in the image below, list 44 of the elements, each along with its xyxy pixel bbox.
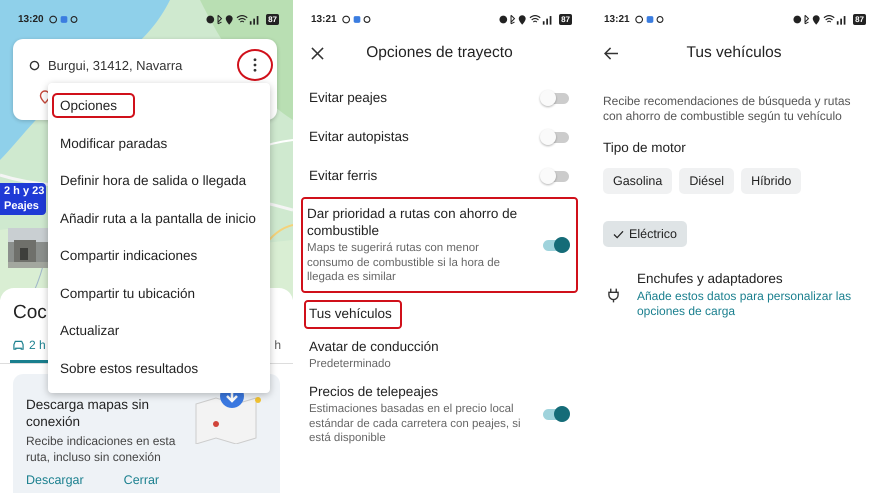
setting-description: Estimaciones basadas en el precio local estándar de cada carretera con peajes, si está disponible [309, 402, 522, 446]
notification-icons [342, 14, 372, 24]
card-text: Recibe indicaciones en esta ruta, incluso sin conexión [26, 433, 176, 465]
plugs-link[interactable]: Añade estos datos para personalizar las opciones de carga [637, 289, 862, 319]
setting-title: Dar prioridad a rutas con ahorro de combustible [307, 205, 518, 239]
engine-chip[interactable]: Eléctrico [603, 221, 687, 247]
menu-item[interactable]: Sobre estos resultados [48, 350, 270, 387]
card-title: Descarga mapas sin conexión [26, 396, 150, 430]
setting-title[interactable]: Tus vehículos [304, 300, 402, 328]
battery-level: 87 [559, 14, 572, 24]
toggle-switch[interactable] [540, 128, 570, 146]
plugs-title: Enchufes y adaptadores [637, 271, 784, 286]
notification-icons [634, 14, 665, 24]
description-text: Recibe recomendaciones de búsqueda y rutas con ahorro de combustible según tu vehículo [603, 94, 852, 124]
close-icon[interactable] [311, 46, 324, 60]
engine-chip[interactable]: Diésel [679, 168, 734, 194]
setting-title: Precios de telepeajes [309, 383, 440, 400]
engine-chip[interactable]: Gasolina [603, 168, 672, 194]
status-time: 13:21 [604, 14, 630, 24]
route-title: Coc [13, 302, 47, 324]
setting-title: Evitar ferris [309, 167, 378, 184]
toggle-switch[interactable] [540, 88, 570, 106]
engine-chip[interactable]: Híbrido [741, 168, 802, 194]
screen-title: Tus vehículos [685, 44, 783, 62]
card-action-link[interactable]: Cerrar [124, 473, 160, 487]
car-icon [12, 340, 25, 350]
card-action-link[interactable]: Descargar [26, 473, 84, 487]
battery-level: 87 [853, 14, 866, 24]
section-heading: Tipo de motor [603, 140, 687, 155]
setting-description: Maps te sugerirá rutas con menor consumo de combustible si la hora de llegada es similar [307, 241, 502, 284]
system-icons [793, 14, 848, 24]
travel-mode-tab[interactable]: h [272, 338, 283, 363]
screen-title: Opciones de trayecto [365, 44, 514, 62]
setting-title[interactable]: Avatar de conducción [309, 338, 439, 354]
check-icon [613, 230, 624, 238]
back-arrow-icon[interactable] [604, 46, 619, 60]
system-icons [499, 14, 554, 24]
status-time: 13:21 [311, 14, 337, 24]
setting-title: Evitar peajes [309, 89, 388, 106]
setting-title: Evitar autopistas [309, 128, 409, 145]
plug-icon [608, 287, 619, 303]
setting-description: Predeterminado [309, 356, 392, 371]
menu-item[interactable]: Actualizar [48, 312, 270, 350]
toggle-switch[interactable] [540, 166, 570, 184]
